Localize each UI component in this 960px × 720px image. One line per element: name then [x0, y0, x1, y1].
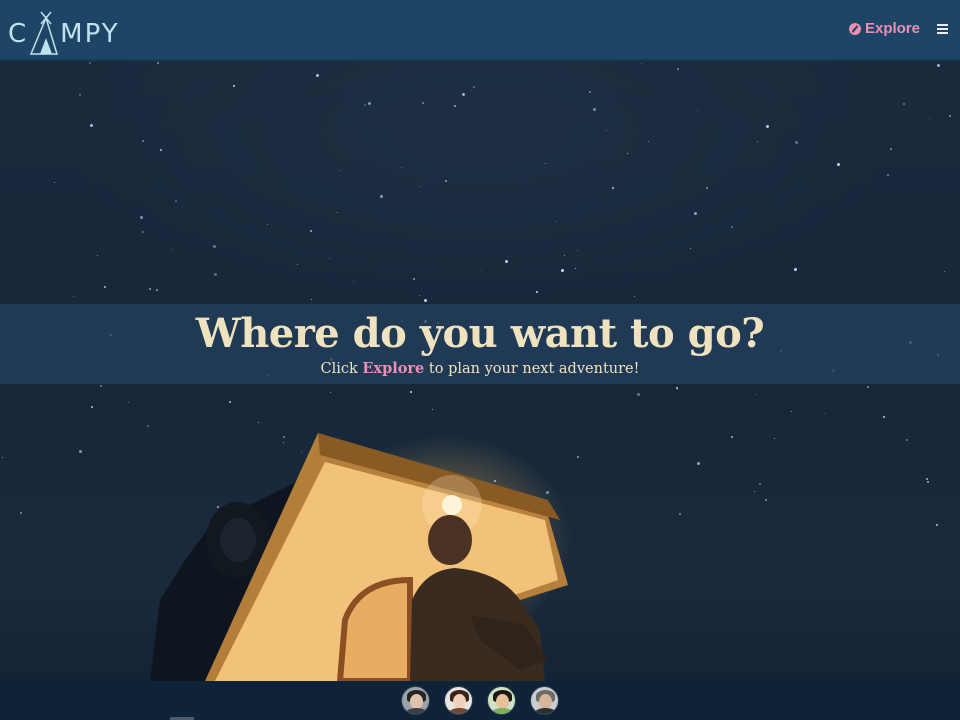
logo-wordmark: MPY	[60, 19, 120, 49]
avatar-4[interactable]	[530, 686, 559, 715]
avatar-3[interactable]	[487, 686, 516, 715]
explore-nav-link[interactable]: Explore	[848, 20, 920, 37]
menu-icon[interactable]	[937, 24, 948, 34]
hero-title: Where do you want to go?	[195, 310, 765, 357]
campy-logo[interactable]: C MPY	[8, 6, 120, 56]
team-avatar-bar	[0, 681, 960, 720]
compass-icon	[848, 22, 861, 35]
hero-banner: Where do you want to go? Click Explore t…	[0, 304, 960, 384]
person-head	[428, 515, 472, 565]
hero-subtitle-after: to plan your next adventure!	[424, 361, 640, 377]
hero-subtitle-before: Click	[320, 361, 363, 377]
logo-letter-c: C	[8, 19, 29, 49]
avatar-2[interactable]	[444, 686, 473, 715]
hero-explore-link[interactable]: Explore	[362, 360, 424, 377]
hero-subtitle: Click Explore to plan your next adventur…	[0, 358, 960, 380]
top-navbar: C MPY Explore	[0, 0, 960, 61]
explore-nav-label: Explore	[864, 20, 920, 37]
tent-logo-icon	[30, 11, 59, 55]
avatar-1[interactable]	[401, 686, 430, 715]
